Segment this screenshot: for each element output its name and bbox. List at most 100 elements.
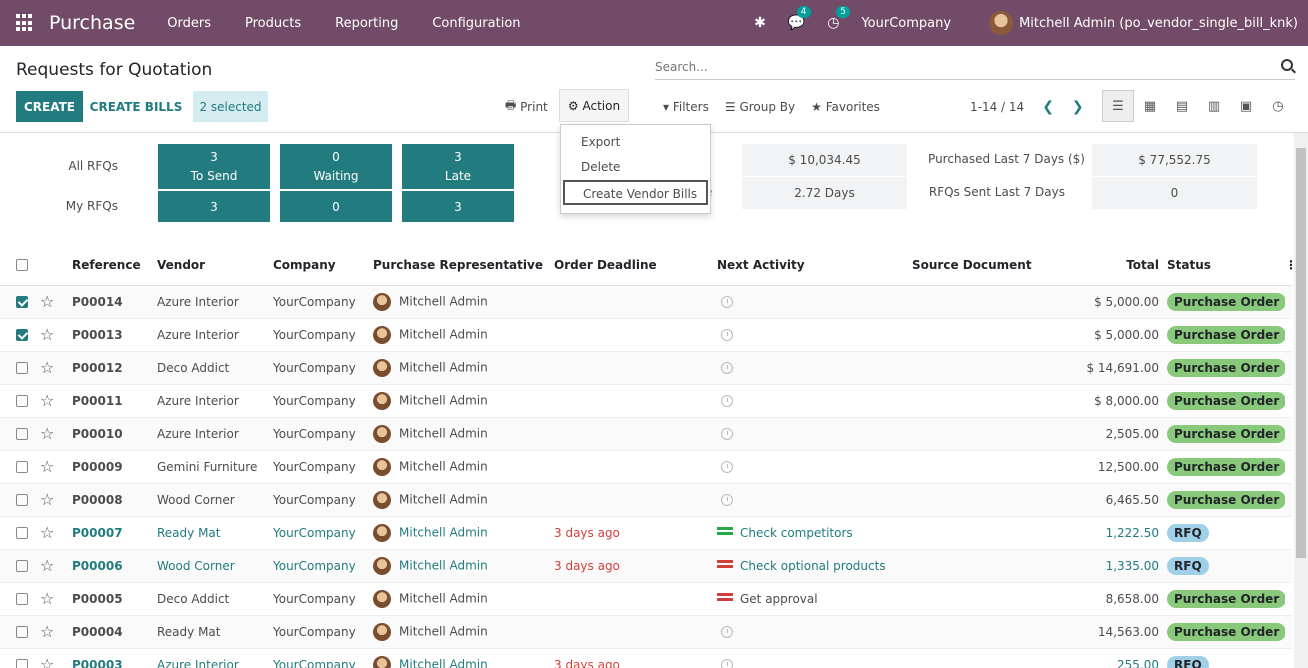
row-checkbox[interactable]: [16, 362, 28, 374]
clock-icon[interactable]: [721, 494, 733, 506]
select-all-checkbox[interactable]: [16, 259, 28, 272]
table-row[interactable]: ☆ P00003 Azure Interior YourCompany Mitchell…: [0, 648, 1292, 668]
star-icon[interactable]: ☆: [40, 490, 54, 509]
graph-view-icon[interactable]: ▥: [1198, 90, 1230, 122]
table-row[interactable]: ☆ P00008 Wood Corner YourCompany Mitchell Ad…: [0, 483, 1292, 517]
print-button[interactable]: 🖶 Print: [505, 91, 548, 122]
table-row[interactable]: ☆ P00005 Deco Addict YourCompany Mitchell Ad…: [0, 582, 1292, 616]
col-reference[interactable]: Reference: [72, 245, 157, 286]
star-icon[interactable]: ☆: [40, 292, 54, 311]
user-menu[interactable]: Mitchell Admin (po_vendor_single_bill_kn…: [1019, 16, 1298, 31]
cell-activity[interactable]: [717, 384, 912, 418]
star-icon[interactable]: ☆: [40, 589, 54, 608]
star-icon[interactable]: ☆: [40, 457, 54, 476]
scrollbar[interactable]: [1294, 133, 1308, 668]
table-row[interactable]: ☆ P00012 Deco Addict YourCompany Mitchell Ad…: [0, 351, 1292, 385]
cell-activity[interactable]: [717, 615, 912, 649]
cell-activity[interactable]: Get approval: [717, 582, 912, 616]
star-icon[interactable]: ☆: [40, 622, 54, 641]
star-icon[interactable]: ☆: [40, 556, 54, 575]
tile-my-to-send[interactable]: 3: [158, 191, 270, 222]
col-status[interactable]: Status: [1167, 245, 1285, 286]
clock-icon[interactable]: [721, 659, 733, 668]
pager-value[interactable]: 1-14 / 14: [970, 100, 1024, 114]
clock-icon[interactable]: [721, 626, 733, 638]
tile-waiting[interactable]: 0 Waiting: [280, 144, 392, 189]
row-checkbox[interactable]: [16, 395, 28, 407]
search-icon[interactable]: [1281, 59, 1293, 71]
create-bills-button[interactable]: CREATE BILLS: [88, 91, 184, 122]
clock-icon[interactable]: [721, 329, 733, 341]
table-row[interactable]: ☆ P00009 Gemini Furniture YourCompany Mitche…: [0, 450, 1292, 484]
cell-activity[interactable]: [717, 318, 912, 352]
pivot-view-icon[interactable]: ▤: [1166, 90, 1198, 122]
tile-to-send[interactable]: 3 To Send: [158, 144, 270, 189]
bug-icon[interactable]: ✱: [754, 15, 766, 31]
table-row[interactable]: ☆ P00011 Azure Interior YourCompany Mitchell…: [0, 384, 1292, 418]
tile-late[interactable]: 3 Late: [402, 144, 514, 189]
selection-counter[interactable]: 2 selected: [193, 91, 268, 122]
groupby-button[interactable]: ☰ Group By: [725, 100, 795, 114]
star-icon[interactable]: ☆: [40, 655, 54, 668]
cell-activity[interactable]: [717, 450, 912, 484]
app-title[interactable]: Purchase: [49, 12, 135, 34]
table-row[interactable]: ☆ P00006 Wood Corner YourCompany Mitchell Ad…: [0, 549, 1292, 583]
col-source[interactable]: Source Document: [912, 245, 1042, 286]
col-deadline[interactable]: Order Deadline: [554, 245, 717, 286]
create-button[interactable]: CREATE: [16, 91, 83, 122]
activities-clock-icon[interactable]: ◷ 5: [827, 6, 850, 31]
star-icon[interactable]: ☆: [40, 325, 54, 344]
menu-orders[interactable]: Orders: [167, 16, 211, 31]
table-row[interactable]: ☆ P00007 Ready Mat YourCompany Mitchell Admi…: [0, 516, 1292, 550]
kanban-view-icon[interactable]: ▦: [1134, 90, 1166, 122]
menu-configuration[interactable]: Configuration: [432, 16, 520, 31]
row-checkbox[interactable]: [16, 428, 28, 440]
filters-button[interactable]: ▾ Filters: [663, 100, 709, 114]
table-row[interactable]: ☆ P00014 Azure Interior YourCompany Mitchell…: [0, 285, 1292, 319]
menu-item-export[interactable]: Export: [561, 130, 710, 155]
table-row[interactable]: ☆ P00010 Azure Interior YourCompany Mitchell…: [0, 417, 1292, 451]
menu-item-create-vendor-bills[interactable]: Create Vendor Bills: [563, 180, 708, 205]
cell-activity[interactable]: Check optional products: [717, 549, 912, 583]
row-checkbox[interactable]: [16, 626, 28, 638]
tile-my-late[interactable]: 3: [402, 191, 514, 222]
row-checkbox[interactable]: [16, 296, 28, 308]
tile-my-waiting[interactable]: 0: [280, 191, 392, 222]
star-icon[interactable]: ☆: [40, 424, 54, 443]
clock-icon[interactable]: [721, 362, 733, 374]
row-checkbox[interactable]: [16, 527, 28, 539]
col-vendor[interactable]: Vendor: [157, 245, 273, 286]
menu-item-delete[interactable]: Delete: [561, 155, 710, 180]
scrollbar-thumb[interactable]: [1296, 148, 1306, 558]
company-switcher[interactable]: YourCompany: [861, 16, 951, 31]
row-checkbox[interactable]: [16, 560, 28, 572]
star-icon[interactable]: ☆: [40, 391, 54, 410]
calendar-view-icon[interactable]: ▣: [1230, 90, 1262, 122]
apps-menu-icon[interactable]: [16, 14, 34, 32]
chevron-right-icon[interactable]: ❯: [1072, 99, 1084, 115]
clock-icon[interactable]: [721, 428, 733, 440]
col-rep[interactable]: Purchase Representative: [373, 245, 554, 286]
favorites-button[interactable]: ★ Favorites: [811, 100, 880, 114]
clock-icon[interactable]: [721, 461, 733, 473]
search-input[interactable]: [655, 56, 1255, 78]
col-activity[interactable]: Next Activity: [717, 245, 912, 286]
menu-products[interactable]: Products: [245, 16, 301, 31]
clock-icon[interactable]: [721, 296, 733, 308]
star-icon[interactable]: ☆: [40, 358, 54, 377]
row-checkbox[interactable]: [16, 494, 28, 506]
list-view-icon[interactable]: ☰: [1102, 90, 1134, 122]
clock-icon[interactable]: [721, 395, 733, 407]
cell-activity[interactable]: [717, 483, 912, 517]
table-row[interactable]: ☆ P00004 Ready Mat YourCompany Mitchell Admi…: [0, 615, 1292, 649]
star-icon[interactable]: ☆: [40, 523, 54, 542]
cell-activity[interactable]: [717, 648, 912, 668]
row-checkbox[interactable]: [16, 461, 28, 473]
cell-activity[interactable]: Check competitors: [717, 516, 912, 550]
col-total[interactable]: Total: [1042, 245, 1167, 286]
col-company[interactable]: Company: [273, 245, 373, 286]
menu-reporting[interactable]: Reporting: [335, 16, 398, 31]
chevron-left-icon[interactable]: ❮: [1042, 99, 1054, 115]
cell-activity[interactable]: [717, 351, 912, 385]
activity-view-icon[interactable]: ◷: [1262, 90, 1294, 122]
